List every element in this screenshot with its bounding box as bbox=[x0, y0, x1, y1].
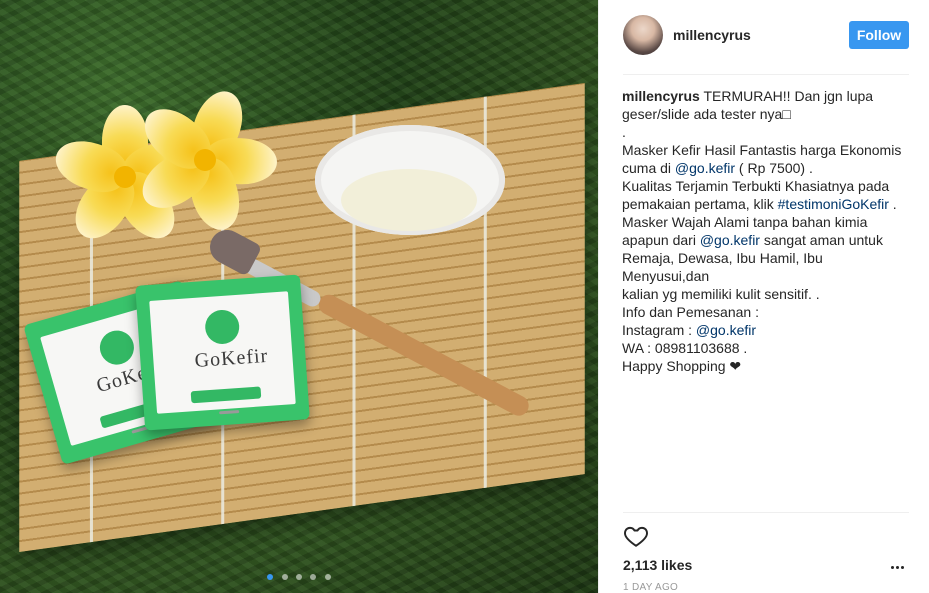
carousel-dot[interactable] bbox=[324, 574, 331, 580]
mention-link[interactable]: @go.kefir bbox=[700, 232, 760, 248]
post-header: millencyrus Follow bbox=[623, 15, 909, 55]
like-count[interactable]: 2,113 likes bbox=[623, 557, 692, 573]
leaf-logo-icon bbox=[204, 308, 241, 346]
carousel-dot[interactable] bbox=[281, 574, 288, 580]
carousel-dot[interactable] bbox=[310, 574, 317, 580]
carousel-indicator bbox=[0, 567, 598, 585]
actions-divider bbox=[623, 512, 909, 513]
kefir-sachet: GoKefir bbox=[135, 274, 310, 431]
hashtag-link[interactable]: #testimoniGoKefir bbox=[778, 196, 889, 212]
post-photo[interactable]: GoKefir GoKefir bbox=[0, 0, 598, 593]
cream-bowl bbox=[315, 125, 505, 295]
mention-link[interactable]: @go.kefir bbox=[675, 160, 735, 176]
heart-outline-icon[interactable] bbox=[623, 523, 649, 549]
follow-button[interactable]: Follow bbox=[849, 21, 909, 49]
header-divider bbox=[623, 74, 909, 75]
post-timestamp[interactable]: 1 DAY AGO bbox=[623, 582, 678, 593]
post-sidebar: millencyrus Follow millencyrus TERMURAH!… bbox=[598, 0, 929, 593]
caption-username[interactable]: millencyrus bbox=[622, 88, 700, 104]
avatar[interactable] bbox=[623, 15, 663, 55]
carousel-dot[interactable] bbox=[296, 574, 302, 580]
post-caption: millencyrus TERMURAH!! Dan jgn lupa gese… bbox=[622, 88, 902, 374]
carousel-dot-active[interactable] bbox=[267, 574, 274, 580]
frangipani-flower bbox=[132, 84, 278, 236]
more-options-icon[interactable] bbox=[891, 566, 907, 572]
mention-link[interactable]: @go.kefir bbox=[696, 322, 756, 338]
sachet-brand: GoKefir bbox=[193, 344, 269, 372]
username-link[interactable]: millencyrus bbox=[673, 27, 751, 43]
leaf-logo-icon bbox=[95, 326, 138, 369]
post-view: GoKefir GoKefir millencyrus Follow mille… bbox=[0, 0, 929, 593]
